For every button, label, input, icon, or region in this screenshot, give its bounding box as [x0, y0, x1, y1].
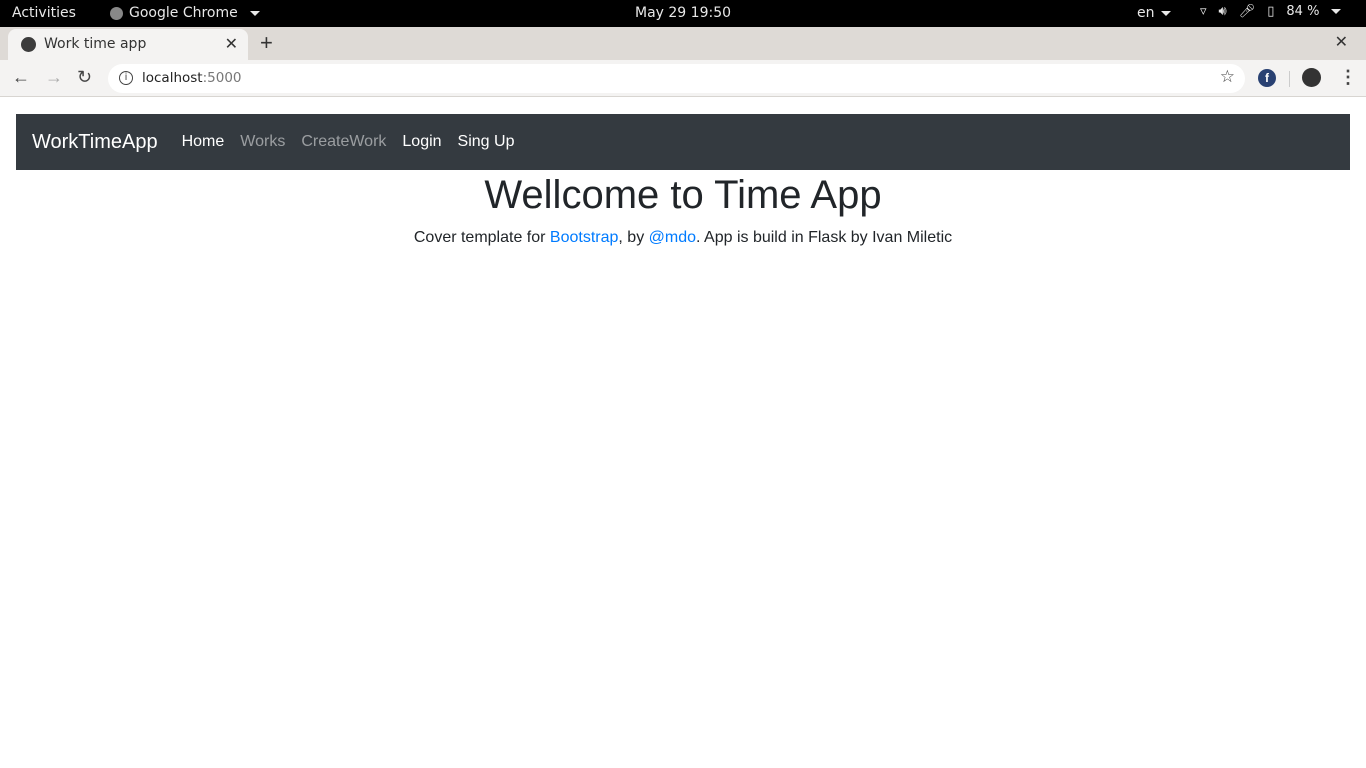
- microphone-icon: 🎤︎: [1238, 4, 1256, 19]
- page-title: Wellcome to Time App: [484, 173, 882, 217]
- navbar-brand[interactable]: WorkTimeApp: [32, 131, 158, 154]
- back-arrow-icon[interactable]: ←: [12, 67, 30, 88]
- nav-link-works[interactable]: Works: [240, 133, 285, 151]
- info-icon[interactable]: i: [119, 71, 133, 85]
- fedora-extension-icon[interactable]: f: [1258, 69, 1276, 87]
- nav-link-home[interactable]: Home: [182, 133, 225, 151]
- volume-icon: 🔊︎: [1218, 4, 1227, 19]
- globe-icon: [21, 37, 36, 52]
- kebab-menu-icon[interactable]: ⋮: [1339, 67, 1357, 88]
- tab-title: Work time app: [44, 36, 147, 52]
- app-menu[interactable]: Google Chrome: [110, 5, 260, 21]
- toolbar-divider: [1289, 71, 1290, 87]
- nav-link-signup[interactable]: Sing Up: [458, 133, 515, 151]
- nav-link-creatework[interactable]: CreateWork: [301, 133, 386, 151]
- battery-icon: ▯: [1267, 4, 1275, 19]
- new-tab-button[interactable]: +: [260, 30, 273, 56]
- reload-icon[interactable]: ↻: [77, 67, 92, 88]
- chevron-down-icon: [1331, 9, 1342, 14]
- chevron-down-icon: [1160, 10, 1171, 16]
- browser-tab[interactable]: Work time app ✕: [8, 29, 248, 60]
- lead-text: Cover template for Bootstrap, by @mdo. A…: [413, 229, 953, 246]
- wifi-icon: ▿: [1200, 4, 1207, 19]
- url-text[interactable]: localhost:5000: [142, 70, 242, 86]
- battery-percent: 84 %: [1286, 4, 1320, 19]
- tab-strip: Work time app ✕ + ✕: [0, 27, 1366, 60]
- chevron-down-icon: [249, 10, 260, 16]
- profile-avatar-icon[interactable]: [1302, 68, 1321, 87]
- navbar: WorkTimeApp Home Works CreateWork Login …: [16, 114, 1350, 170]
- page-content: WorkTimeApp Home Works CreateWork Login …: [0, 97, 1366, 768]
- activities-button[interactable]: Activities: [12, 5, 76, 21]
- clock[interactable]: May 29 19:50: [635, 5, 731, 21]
- nav-link-login[interactable]: Login: [402, 133, 441, 151]
- bootstrap-link[interactable]: Bootstrap: [550, 229, 618, 246]
- language-menu[interactable]: en: [1137, 5, 1171, 21]
- address-bar[interactable]: i localhost:5000 ☆: [108, 64, 1245, 93]
- close-window-icon[interactable]: ✕: [1335, 32, 1348, 52]
- chrome-icon: [110, 6, 123, 20]
- bookmark-star-icon[interactable]: ☆: [1220, 67, 1235, 87]
- mdo-link[interactable]: @mdo: [649, 229, 696, 246]
- system-top-bar: Activities Google Chrome May 29 19:50 en…: [0, 0, 1366, 27]
- close-tab-icon[interactable]: ✕: [225, 34, 238, 53]
- forward-arrow-icon[interactable]: →: [45, 67, 63, 88]
- system-tray[interactable]: ▿ 🔊︎ 🎤︎ ▯ 84 %: [1200, 4, 1342, 19]
- browser-toolbar: ← → ↻ i localhost:5000 ☆ f ⋮: [0, 60, 1366, 97]
